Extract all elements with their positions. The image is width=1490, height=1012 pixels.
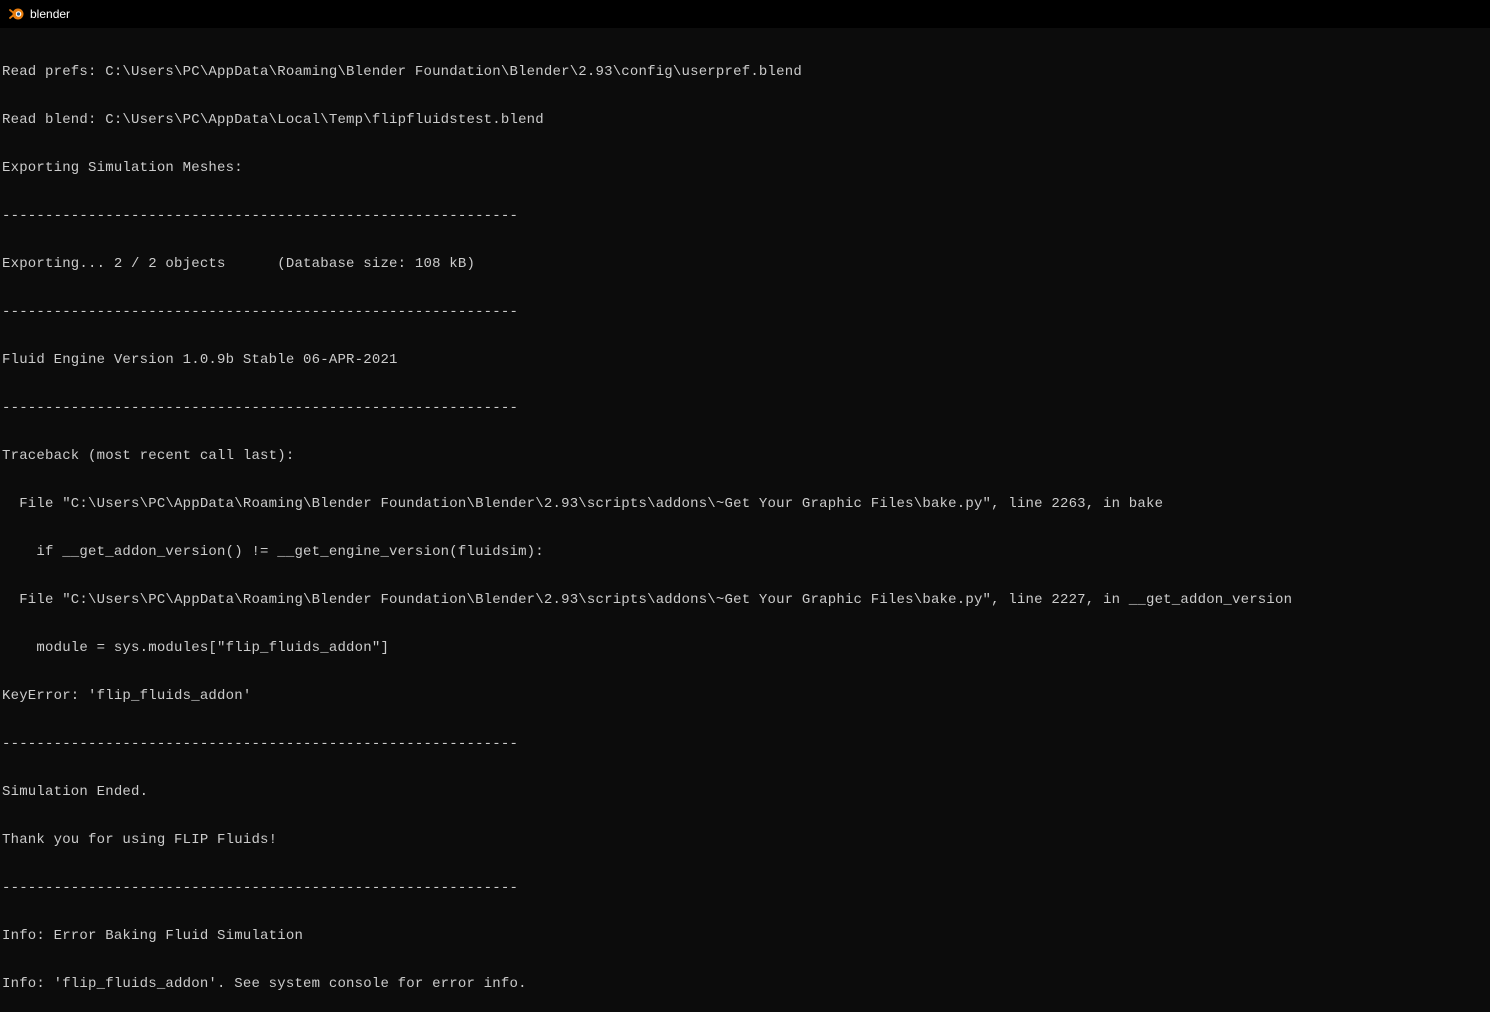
window-title: blender xyxy=(30,7,70,21)
console-line: File "C:\Users\PC\AppData\Roaming\Blende… xyxy=(2,496,1488,512)
console-line: Traceback (most recent call last): xyxy=(2,448,1488,464)
console-line: ----------------------------------------… xyxy=(2,736,1488,752)
console-line: ----------------------------------------… xyxy=(2,208,1488,224)
console-line: Simulation Ended. xyxy=(2,784,1488,800)
console-line: Exporting... 2 / 2 objects (Database siz… xyxy=(2,256,1488,272)
console-line: Fluid Engine Version 1.0.9b Stable 06-AP… xyxy=(2,352,1488,368)
console-line: Read blend: C:\Users\PC\AppData\Local\Te… xyxy=(2,112,1488,128)
console-line: Read prefs: C:\Users\PC\AppData\Roaming\… xyxy=(2,64,1488,80)
console-line: File "C:\Users\PC\AppData\Roaming\Blende… xyxy=(2,592,1488,608)
console-line: module = sys.modules["flip_fluids_addon"… xyxy=(2,640,1488,656)
console-line: ----------------------------------------… xyxy=(2,880,1488,896)
console-line: KeyError: 'flip_fluids_addon' xyxy=(2,688,1488,704)
blender-icon xyxy=(8,6,24,22)
console-line: if __get_addon_version() != __get_engine… xyxy=(2,544,1488,560)
console-line: Info: 'flip_fluids_addon'. See system co… xyxy=(2,976,1488,992)
console-line: Exporting Simulation Meshes: xyxy=(2,160,1488,176)
console-line: ----------------------------------------… xyxy=(2,400,1488,416)
console-line: ----------------------------------------… xyxy=(2,304,1488,320)
console-line: Info: Error Baking Fluid Simulation xyxy=(2,928,1488,944)
console-line: Thank you for using FLIP Fluids! xyxy=(2,832,1488,848)
window-titlebar: blender xyxy=(0,0,1490,28)
console-output[interactable]: Read prefs: C:\Users\PC\AppData\Roaming\… xyxy=(0,28,1490,1012)
